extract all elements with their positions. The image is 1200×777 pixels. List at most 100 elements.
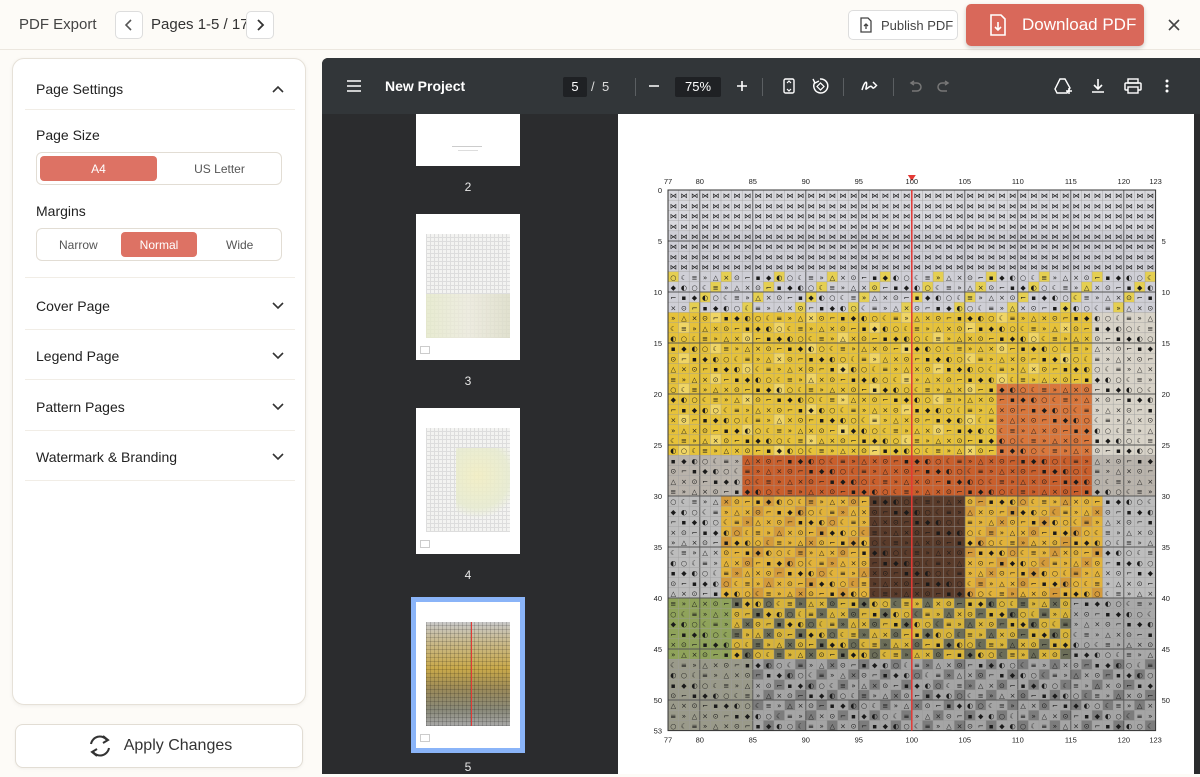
- svg-text:◆: ◆: [978, 712, 984, 720]
- svg-text:○: ○: [1052, 457, 1058, 465]
- svg-text:»: »: [989, 692, 993, 700]
- prev-pages-button[interactable]: [115, 11, 143, 39]
- margins-option-narrow[interactable]: Narrow: [40, 232, 117, 257]
- page-number-input[interactable]: 5: [563, 77, 587, 97]
- thumbnail-page-5[interactable]: [411, 597, 525, 753]
- svg-text:»: »: [703, 386, 707, 394]
- svg-text:⋈: ⋈: [1136, 264, 1143, 272]
- svg-text:⊙: ⊙: [988, 621, 994, 629]
- save-to-drive-button[interactable]: [1053, 74, 1075, 98]
- svg-text:▪: ▪: [883, 672, 888, 680]
- svg-text:⊙: ⊙: [1020, 355, 1026, 363]
- svg-text:△: △: [1095, 457, 1101, 465]
- svg-text:⋈: ⋈: [723, 213, 730, 221]
- svg-text:☾: ☾: [1105, 478, 1111, 486]
- viewer-download-button[interactable]: [1088, 74, 1108, 98]
- print-button[interactable]: [1122, 74, 1144, 98]
- svg-text:☾: ☾: [1137, 549, 1143, 557]
- svg-text:△: △: [936, 437, 942, 445]
- svg-text:⋈: ⋈: [861, 192, 868, 200]
- svg-text:▪: ▪: [1063, 590, 1068, 598]
- svg-text:◆: ◆: [1095, 600, 1101, 608]
- svg-text:☾: ☾: [734, 355, 740, 363]
- svg-text:☾: ☾: [903, 325, 909, 333]
- svg-text:○: ○: [935, 345, 941, 353]
- svg-text:△: △: [1010, 417, 1016, 425]
- zoom-in-button[interactable]: [734, 74, 750, 98]
- undo-button[interactable]: [906, 74, 924, 98]
- thumbnail-page-2[interactable]: [416, 114, 520, 166]
- svg-text:⌐: ⌐: [681, 468, 687, 476]
- svg-text:⊙: ⊙: [702, 427, 708, 435]
- svg-text:×: ×: [713, 325, 719, 333]
- svg-text:⋈: ⋈: [818, 243, 825, 251]
- svg-text:⋈: ⋈: [1009, 223, 1016, 231]
- svg-text:⊙: ⊙: [1020, 468, 1026, 476]
- rotate-button[interactable]: [810, 74, 830, 98]
- svg-text:»: »: [809, 549, 813, 557]
- svg-text:◆: ◆: [1063, 641, 1069, 649]
- watermark-branding-header[interactable]: Watermark & Branding: [36, 447, 284, 467]
- page-settings-header[interactable]: Page Settings: [36, 79, 284, 99]
- svg-text:≡: ≡: [1126, 651, 1132, 659]
- margins-option-wide[interactable]: Wide: [201, 232, 278, 257]
- svg-text:◆: ◆: [967, 651, 973, 659]
- redo-button[interactable]: [935, 74, 953, 98]
- margins-option-normal[interactable]: Normal: [120, 232, 198, 257]
- svg-text:≡: ≡: [872, 304, 878, 312]
- page-size-option-us-letter[interactable]: US Letter: [161, 156, 278, 181]
- legend-page-header[interactable]: Legend Page: [36, 346, 284, 366]
- svg-text:◐: ◐: [1147, 508, 1153, 516]
- page-size-option-a4[interactable]: A4: [40, 156, 157, 181]
- svg-text:○: ○: [819, 345, 825, 353]
- svg-text:○: ○: [935, 570, 941, 578]
- svg-text:×: ×: [798, 590, 804, 598]
- svg-text:⊙: ⊙: [755, 284, 761, 292]
- svg-text:○: ○: [1062, 519, 1068, 527]
- svg-text:☾: ☾: [999, 315, 1005, 323]
- svg-text:○: ○: [999, 376, 1005, 384]
- svg-text:☾: ☾: [956, 631, 962, 639]
- svg-text:⋈: ⋈: [850, 223, 857, 231]
- sidebar-menu-button[interactable]: [344, 74, 364, 98]
- apply-changes-button[interactable]: Apply Changes: [15, 724, 303, 768]
- svg-text:▪: ▪: [1042, 468, 1047, 476]
- svg-text:☾: ☾: [946, 570, 952, 578]
- svg-text:»: »: [862, 631, 866, 639]
- publish-pdf-button[interactable]: Publish PDF: [848, 10, 958, 40]
- svg-text:○: ○: [1073, 692, 1079, 700]
- svg-text:◆: ◆: [989, 437, 995, 445]
- more-options-button[interactable]: [1160, 74, 1174, 98]
- svg-text:⋈: ⋈: [797, 243, 804, 251]
- svg-text:⊙: ⊙: [861, 447, 867, 455]
- svg-text:≡: ≡: [1094, 355, 1100, 363]
- zoom-input[interactable]: 75%: [675, 77, 721, 97]
- svg-text:×: ×: [798, 702, 804, 710]
- svg-text:▪: ▪: [1000, 447, 1005, 455]
- thumbnail-page-3[interactable]: [416, 214, 520, 360]
- close-button[interactable]: [1162, 13, 1186, 37]
- svg-text:☾: ☾: [935, 284, 941, 292]
- svg-text:⋈: ⋈: [956, 223, 963, 231]
- svg-text:☾: ☾: [829, 345, 835, 353]
- svg-text:◐: ◐: [681, 508, 687, 516]
- fit-page-button[interactable]: [780, 74, 798, 98]
- svg-text:△: △: [1031, 539, 1037, 547]
- pattern-pages-header[interactable]: Pattern Pages: [36, 397, 284, 417]
- svg-text:»: »: [724, 284, 728, 292]
- zoom-out-button[interactable]: [646, 74, 662, 98]
- svg-text:◐: ◐: [776, 723, 782, 731]
- svg-text:◐: ◐: [967, 478, 973, 486]
- thumbnail-page-4[interactable]: [416, 408, 520, 554]
- svg-text:⋈: ⋈: [733, 202, 740, 210]
- svg-text:⌐: ⌐: [755, 447, 761, 455]
- next-pages-button[interactable]: [246, 11, 274, 39]
- svg-text:▪: ▪: [798, 294, 803, 302]
- cover-page-header[interactable]: Cover Page: [36, 296, 284, 316]
- svg-text:×: ×: [1137, 417, 1143, 425]
- download-pdf-button[interactable]: Download PDF: [966, 4, 1144, 46]
- svg-text:⋈: ⋈: [903, 243, 910, 251]
- svg-text:⋈: ⋈: [776, 192, 783, 200]
- annotate-button[interactable]: [860, 74, 880, 98]
- svg-text:≡: ≡: [1052, 335, 1058, 343]
